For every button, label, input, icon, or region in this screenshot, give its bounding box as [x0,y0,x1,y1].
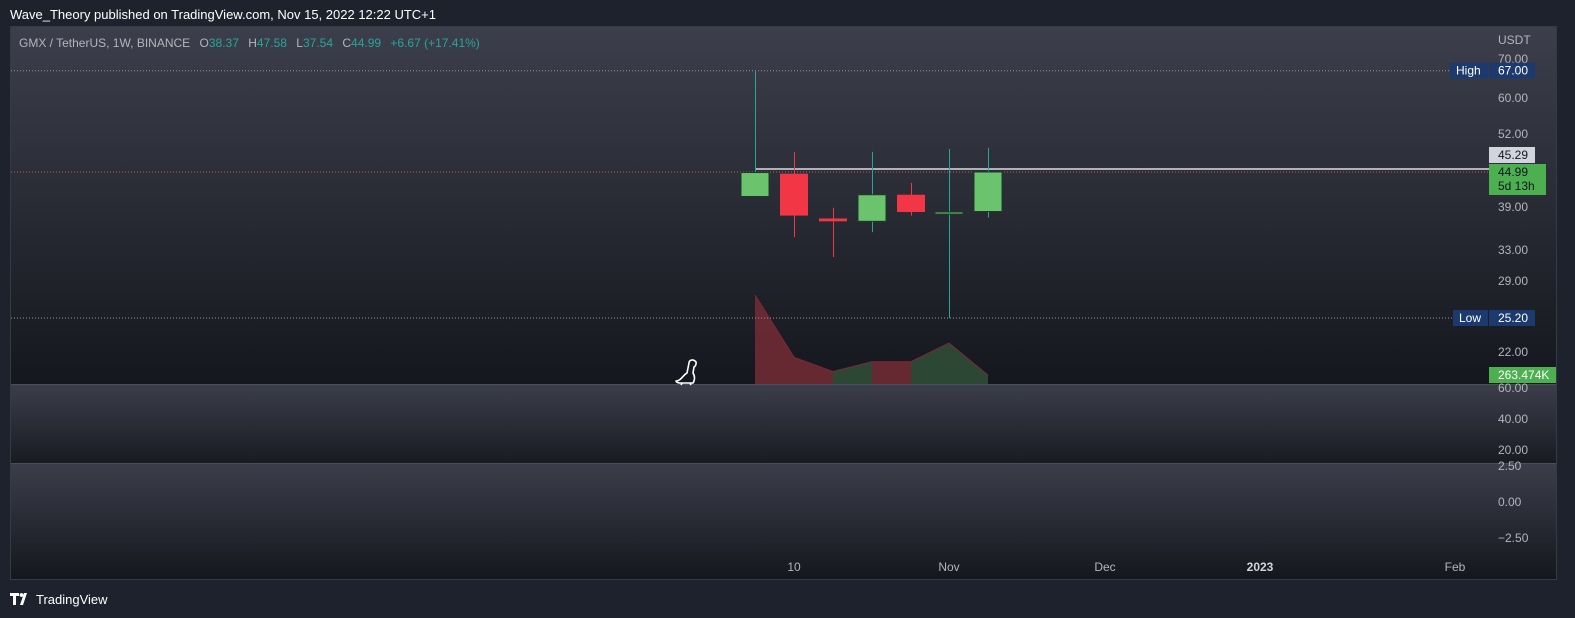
chart-frame[interactable]: USDT 70.00 60.00 52.00 39.00 33.00 29.00 22.00 H… [10,26,1557,580]
pane2-tick-label: 60.00 [1498,381,1528,395]
high-value: 47.58 [256,36,287,50]
price-tick-label: 60.00 [1498,91,1528,105]
countdown-label: 5d 13h [1498,179,1535,193]
close-value: 44.99 [351,36,382,50]
high-label: H [248,36,257,50]
candle-body [934,211,964,215]
tradingview-logo[interactable]: TradingView [10,590,108,608]
publish-info: Wave_Theory published on TradingView.com… [10,7,436,22]
pane2-tick-label: 40.00 [1498,412,1528,426]
price-tick-label: 52.00 [1498,127,1528,141]
candle-body [973,171,1003,213]
last-price-label: 44.99 [1498,165,1528,179]
pane3-tick-label: 0.00 [1498,495,1522,509]
time-tick-label: Nov [938,560,959,574]
pane3-tick-label: 2.50 [1498,459,1522,473]
candle-body [780,173,808,216]
close-label: C [342,36,352,50]
time-tick-label: 10 [787,560,801,574]
price-tick-label: 39.00 [1498,200,1528,214]
price-tick-label: 33.00 [1498,243,1528,257]
low-badge-label: Low [1459,311,1481,325]
price-tick-label: 22.00 [1498,345,1528,359]
low-label: L [296,36,303,50]
time-tick-label: Dec [1094,560,1115,574]
change-value: +6.67 (+17.41%) [390,36,480,50]
tradingview-icon [10,593,27,605]
symbol-name: GMX / TetherUS, 1W, BINANCE [19,36,191,50]
time-tick-label: 2023 [1247,560,1274,574]
brand-name: TradingView [36,591,108,607]
candle-body [819,218,847,222]
pane3-tick-label: −2.50 [1498,531,1529,545]
high-badge-label: High [1456,64,1481,78]
high-value-label: 67.00 [1498,64,1528,78]
time-tick-label: Feb [1445,560,1466,574]
currency-label: USDT [1498,33,1531,47]
symbol-legend: GMX / TetherUS, 1W, BINANCE O38.37 H47.5… [19,36,480,50]
ray-value-label: 45.29 [1498,148,1528,162]
low-value-label: 25.20 [1498,311,1528,325]
candle-body [740,172,770,197]
price-tick-label: 29.00 [1498,274,1528,288]
volume-area [872,361,911,384]
pane2-bg [11,385,1556,463]
open-label: O [199,36,209,50]
low-value: 37.54 [302,36,333,50]
chart-canvas[interactable]: USDT70.0060.0052.0039.0033.0029.0022.00H… [11,27,1556,579]
open-value: 38.37 [208,36,239,50]
candle-body [857,194,887,222]
pane3-bg [11,464,1556,579]
candle-body [897,194,925,213]
pane2-tick-label: 20.00 [1498,443,1528,457]
volume-value-label: 263.474K [1498,368,1549,382]
